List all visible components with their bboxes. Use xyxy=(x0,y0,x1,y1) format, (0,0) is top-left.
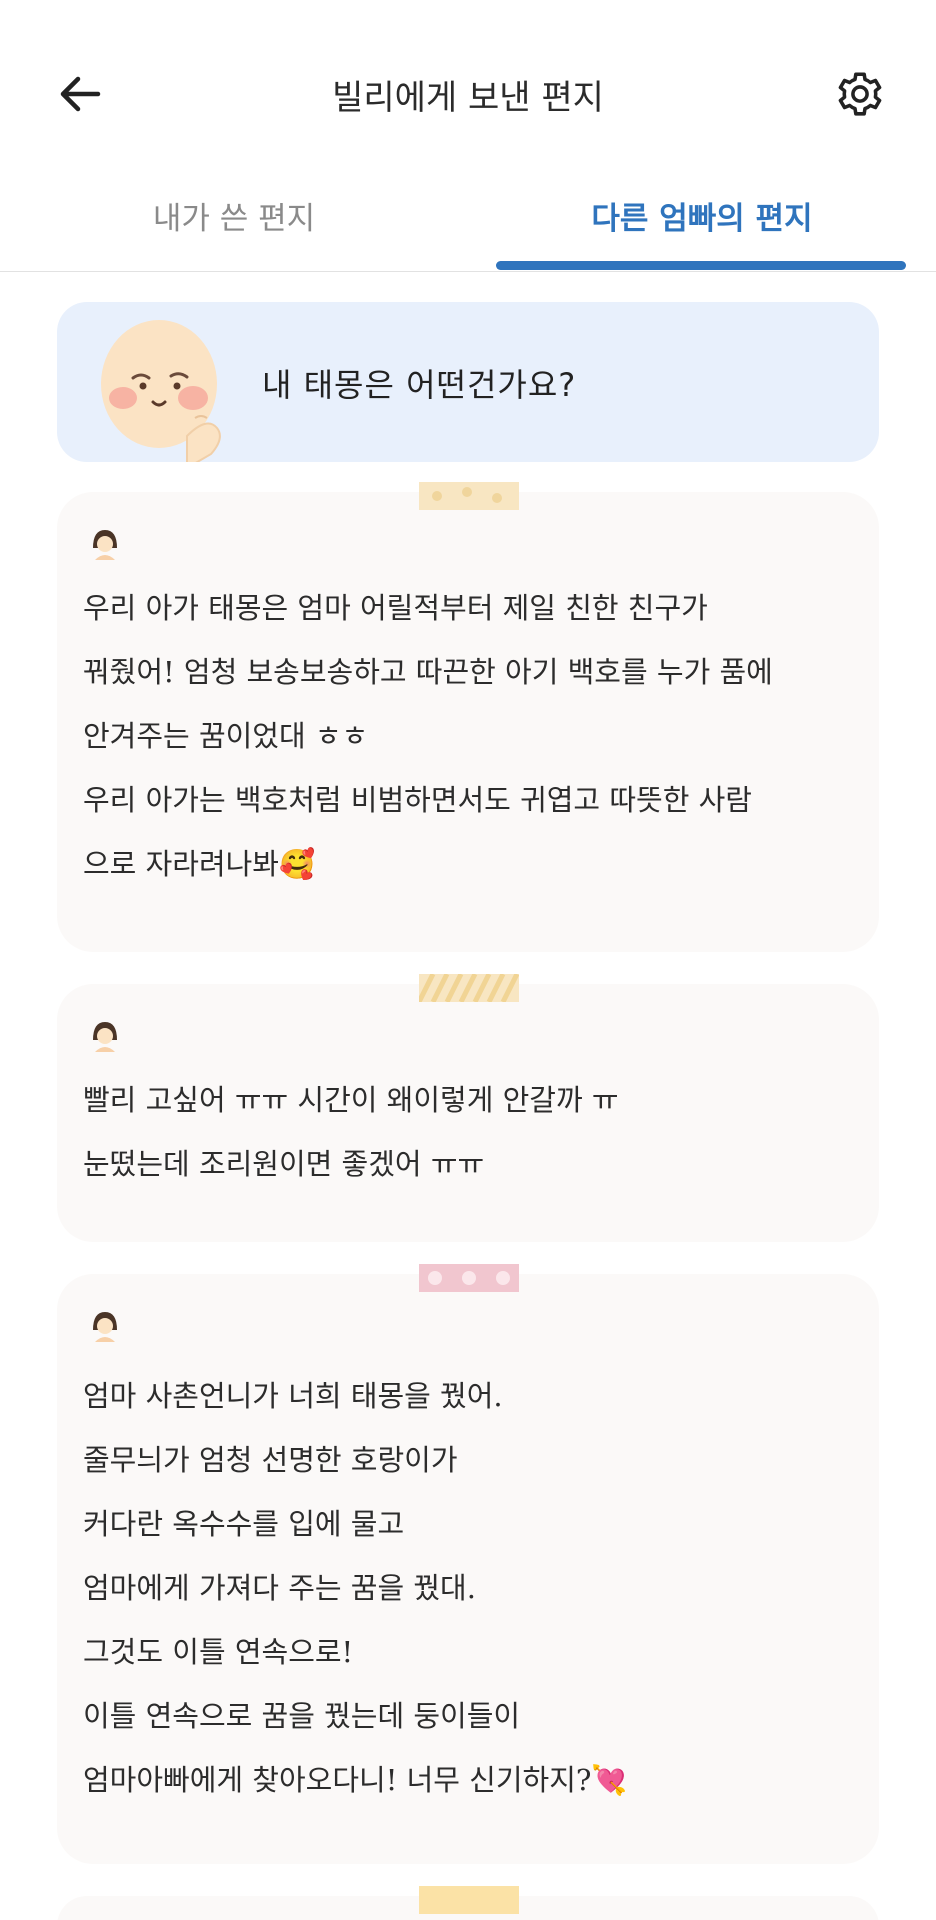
decorative-tape-plain xyxy=(419,1886,519,1914)
decorative-tape-polka xyxy=(419,1264,519,1292)
decorative-tape-stripes xyxy=(419,974,519,1002)
decorative-tape-dots xyxy=(419,482,519,510)
letter-card[interactable] xyxy=(57,1886,879,1920)
active-tab-indicator xyxy=(496,261,906,270)
gear-icon xyxy=(838,72,882,116)
girl-avatar-icon xyxy=(93,1022,117,1052)
banner-question: 내 태몽은 어떤건가요? xyxy=(262,366,577,404)
app-header: 빌리에게 보낸 편지 xyxy=(0,0,936,180)
letter-text: 엄마 사촌언니가 너희 태몽을 꿨어. 줄무늬가 엄청 선명한 호랑이가 커다란… xyxy=(83,1379,628,1797)
letter-card[interactable]: 엄마 사촌언니가 너희 태몽을 꿨어. 줄무늬가 엄청 선명한 호랑이가 커다란… xyxy=(57,1264,879,1864)
letter-card[interactable]: 빨리 고싶어 ㅠㅠ 시간이 왜이렇게 안갈까 ㅠ 눈떴는데 조리원이면 좋겠어 … xyxy=(57,974,879,1242)
girl-avatar-icon xyxy=(93,1312,117,1342)
baby-illustration xyxy=(101,320,221,462)
girl-avatar-icon xyxy=(93,530,117,560)
settings-button[interactable] xyxy=(828,62,892,126)
dream-question-banner[interactable]: 내 태몽은 어떤건가요? xyxy=(57,302,879,462)
letter-text: 우리 아가 태몽은 엄마 어릴적부터 제일 친한 친구가 꿔줬어! 엄청 보송보… xyxy=(83,591,773,881)
letter-tabs: 내가 쓴 편지 다른 엄빠의 편지 xyxy=(0,175,936,272)
tab-other-parents-letters[interactable]: 다른 엄빠의 편지 xyxy=(468,193,936,238)
page-title: 빌리에게 보낸 편지 xyxy=(332,78,604,118)
tab-my-letters[interactable]: 내가 쓴 편지 xyxy=(0,193,468,238)
letter-card[interactable]: 우리 아가 태몽은 엄마 어릴적부터 제일 친한 친구가 꿔줬어! 엄청 보송보… xyxy=(57,482,879,952)
letter-text: 빨리 고싶어 ㅠㅠ 시간이 왜이렇게 안갈까 ㅠ 눈떴는데 조리원이면 좋겠어 … xyxy=(83,1083,619,1181)
